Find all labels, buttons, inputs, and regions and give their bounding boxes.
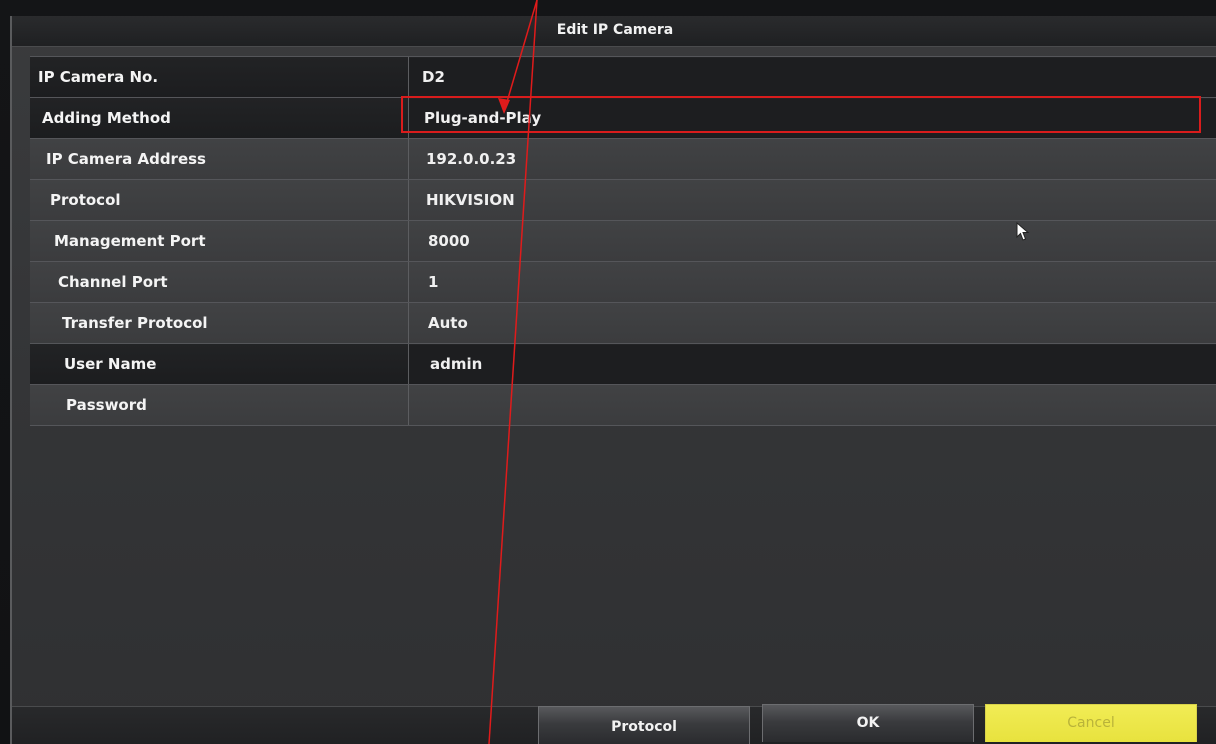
screen: Edit IP Camera IP Camera No. D2 Adding M…	[0, 0, 1216, 744]
management-port-field[interactable]: 8000	[428, 221, 470, 261]
divider	[408, 344, 409, 384]
ip-camera-address-field[interactable]: 192.0.0.23	[426, 139, 516, 179]
row-user-name[interactable]: User Name admin	[30, 344, 1216, 385]
value-box	[409, 58, 1216, 96]
row-channel-port[interactable]: Channel Port 1	[30, 262, 1216, 303]
row-ip-camera-no: IP Camera No. D2	[30, 57, 1216, 98]
row-management-port[interactable]: Management Port 8000	[30, 221, 1216, 262]
adding-method-highlight-box	[401, 96, 1201, 133]
dialog-titlebar: Edit IP Camera	[12, 16, 1216, 47]
row-transfer-protocol[interactable]: Transfer Protocol Auto	[30, 303, 1216, 344]
label-ip-camera-no: IP Camera No.	[38, 68, 159, 86]
row-protocol[interactable]: Protocol HIKVISION	[30, 180, 1216, 221]
row-ip-camera-address[interactable]: IP Camera Address 192.0.0.23	[30, 139, 1216, 180]
ok-button[interactable]: OK	[762, 704, 974, 742]
channel-port-field[interactable]: 1	[428, 262, 438, 302]
label-protocol: Protocol	[50, 191, 121, 209]
divider	[408, 57, 409, 97]
divider	[408, 303, 409, 343]
label-channel-port: Channel Port	[58, 273, 168, 291]
edit-ip-camera-dialog: Edit IP Camera IP Camera No. D2 Adding M…	[10, 16, 1216, 744]
label-ip-camera-address: IP Camera Address	[46, 150, 206, 168]
dialog-title: Edit IP Camera	[556, 22, 674, 38]
row-password[interactable]: Password	[30, 385, 1216, 426]
divider	[408, 180, 409, 220]
label-user-name: User Name	[64, 355, 157, 373]
divider	[408, 385, 409, 425]
mouse-pointer-icon	[1016, 222, 1030, 241]
protocol-button[interactable]: Protocol	[538, 706, 750, 744]
transfer-protocol-select[interactable]: Auto	[428, 303, 468, 343]
value-ip-camera-no: D2	[422, 68, 445, 86]
divider	[408, 221, 409, 261]
label-password: Password	[66, 396, 147, 414]
cancel-button[interactable]: Cancel	[985, 704, 1197, 742]
divider	[408, 139, 409, 179]
label-adding-method: Adding Method	[42, 109, 171, 127]
label-transfer-protocol: Transfer Protocol	[62, 314, 208, 332]
value-box	[409, 345, 1216, 383]
protocol-select[interactable]: HIKVISION	[426, 180, 515, 220]
label-management-port: Management Port	[54, 232, 206, 250]
user-name-field[interactable]: admin	[430, 344, 482, 384]
divider	[408, 262, 409, 302]
